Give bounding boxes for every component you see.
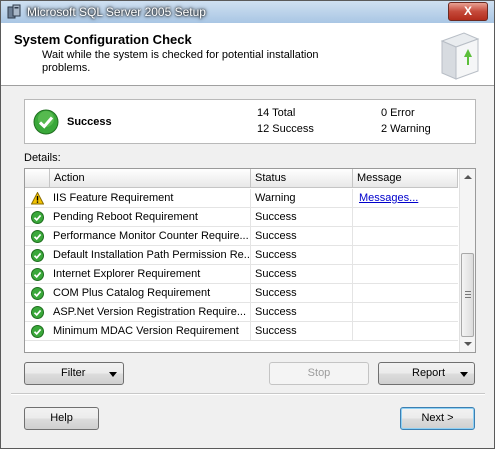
action-cell: Default Installation Path Permission Re.… (50, 246, 251, 265)
setup-window: Microsoft SQL Server 2005 Setup X System… (0, 0, 495, 449)
messages-link[interactable]: Messages... (359, 192, 418, 204)
status-cell: Success (251, 246, 353, 265)
action-cell: Internet Explorer Requirement (50, 265, 251, 284)
message-cell (353, 284, 458, 303)
row-icon-cell (25, 227, 50, 246)
message-cell (353, 303, 458, 322)
table-row[interactable]: Performance Monitor Counter Require... Su… (25, 227, 458, 246)
message-cell (353, 322, 458, 341)
status-cell: Success (251, 322, 353, 341)
table-row[interactable]: COM Plus Catalog Requirement Success (25, 284, 458, 303)
action-cell: IIS Feature Requirement (50, 189, 251, 208)
scroll-up-arrow-icon[interactable] (464, 175, 472, 179)
action-cell: COM Plus Catalog Requirement (50, 284, 251, 303)
status-cell: Success (251, 303, 353, 322)
table-row[interactable]: Pending Reboot Requirement Success (25, 208, 458, 227)
table-row[interactable]: IIS Feature Requirement Warning Messages..… (25, 189, 458, 208)
window-title: Microsoft SQL Server 2005 Setup (27, 5, 206, 19)
row-icon-cell (25, 208, 50, 227)
table-row[interactable]: ASP.Net Version Registration Require... S… (25, 303, 458, 322)
success-icon (31, 230, 44, 243)
message-cell (353, 227, 458, 246)
sql-server-setup-icon (7, 4, 21, 19)
report-button[interactable]: Report (378, 362, 475, 385)
column-header-message[interactable]: Message (353, 169, 458, 188)
table-row[interactable]: Default Installation Path Permission Re.… (25, 246, 458, 265)
help-button[interactable]: Help (24, 407, 99, 430)
row-icon-cell (25, 322, 50, 341)
summary-error: 0 Error (381, 107, 415, 119)
message-cell (353, 265, 458, 284)
status-cell: Success (251, 227, 353, 246)
action-cell: Performance Monitor Counter Require... (50, 227, 251, 246)
message-cell: Messages... (353, 189, 458, 208)
stop-button[interactable]: Stop (269, 362, 369, 385)
dropdown-arrow-icon (109, 372, 117, 377)
success-icon (31, 306, 44, 319)
next-button[interactable]: Next > (400, 407, 475, 430)
row-icon-cell (25, 189, 50, 208)
success-icon (31, 249, 44, 262)
row-icon-cell (25, 284, 50, 303)
vertical-scrollbar[interactable] (459, 169, 475, 352)
table-row[interactable]: Internet Explorer Requirement Success (25, 265, 458, 284)
filter-button[interactable]: Filter (24, 362, 124, 385)
column-header-status[interactable]: Status (251, 169, 353, 188)
status-cell: Warning (251, 189, 353, 208)
summary-success: 12 Success (257, 123, 314, 135)
grip-icon (465, 291, 471, 292)
page-title: System Configuration Check (14, 32, 192, 47)
row-icon-cell (25, 265, 50, 284)
warning-icon (31, 192, 44, 205)
message-cell (353, 246, 458, 265)
success-icon (31, 268, 44, 281)
status-cell: Success (251, 265, 353, 284)
row-icon-cell (25, 303, 50, 322)
details-grid: Action Status Message IIS Feature Requir… (24, 168, 476, 353)
status-cell: Success (251, 284, 353, 303)
action-cell: Pending Reboot Requirement (50, 208, 251, 227)
grip-icon (465, 294, 471, 295)
close-button[interactable]: X (448, 2, 488, 21)
row-icon-cell (25, 246, 50, 265)
column-header-action[interactable]: Action (50, 169, 251, 188)
action-cell: ASP.Net Version Registration Require... (50, 303, 251, 322)
separator (11, 393, 485, 395)
report-button-label: Report (412, 367, 446, 379)
success-icon (31, 325, 44, 338)
summary-status: Success (67, 116, 112, 128)
message-cell (353, 208, 458, 227)
grip-icon (465, 297, 471, 298)
setup-box-icon (440, 32, 480, 80)
success-icon (31, 211, 44, 224)
success-icon (33, 109, 59, 135)
scroll-thumb[interactable] (461, 253, 474, 337)
title-bar[interactable]: Microsoft SQL Server 2005 Setup X (1, 1, 494, 23)
success-icon (31, 287, 44, 300)
summary-total: 14 Total (257, 107, 296, 119)
filter-button-label: Filter (61, 367, 86, 379)
details-label: Details: (24, 152, 61, 164)
dropdown-arrow-icon (460, 372, 468, 377)
action-cell: Minimum MDAC Version Requirement (50, 322, 251, 341)
scroll-down-arrow-icon[interactable] (464, 342, 472, 346)
column-header-icon[interactable] (25, 169, 50, 188)
page-subtitle: Wait while the system is checked for pot… (42, 49, 319, 74)
summary-warning: 2 Warning (381, 123, 431, 135)
summary-panel: Success 14 Total 12 Success 0 Error 2 Wa… (24, 99, 476, 144)
status-cell: Success (251, 208, 353, 227)
header-panel: System Configuration Check Wait while th… (1, 23, 494, 86)
table-row[interactable]: Minimum MDAC Version Requirement Success (25, 322, 458, 341)
